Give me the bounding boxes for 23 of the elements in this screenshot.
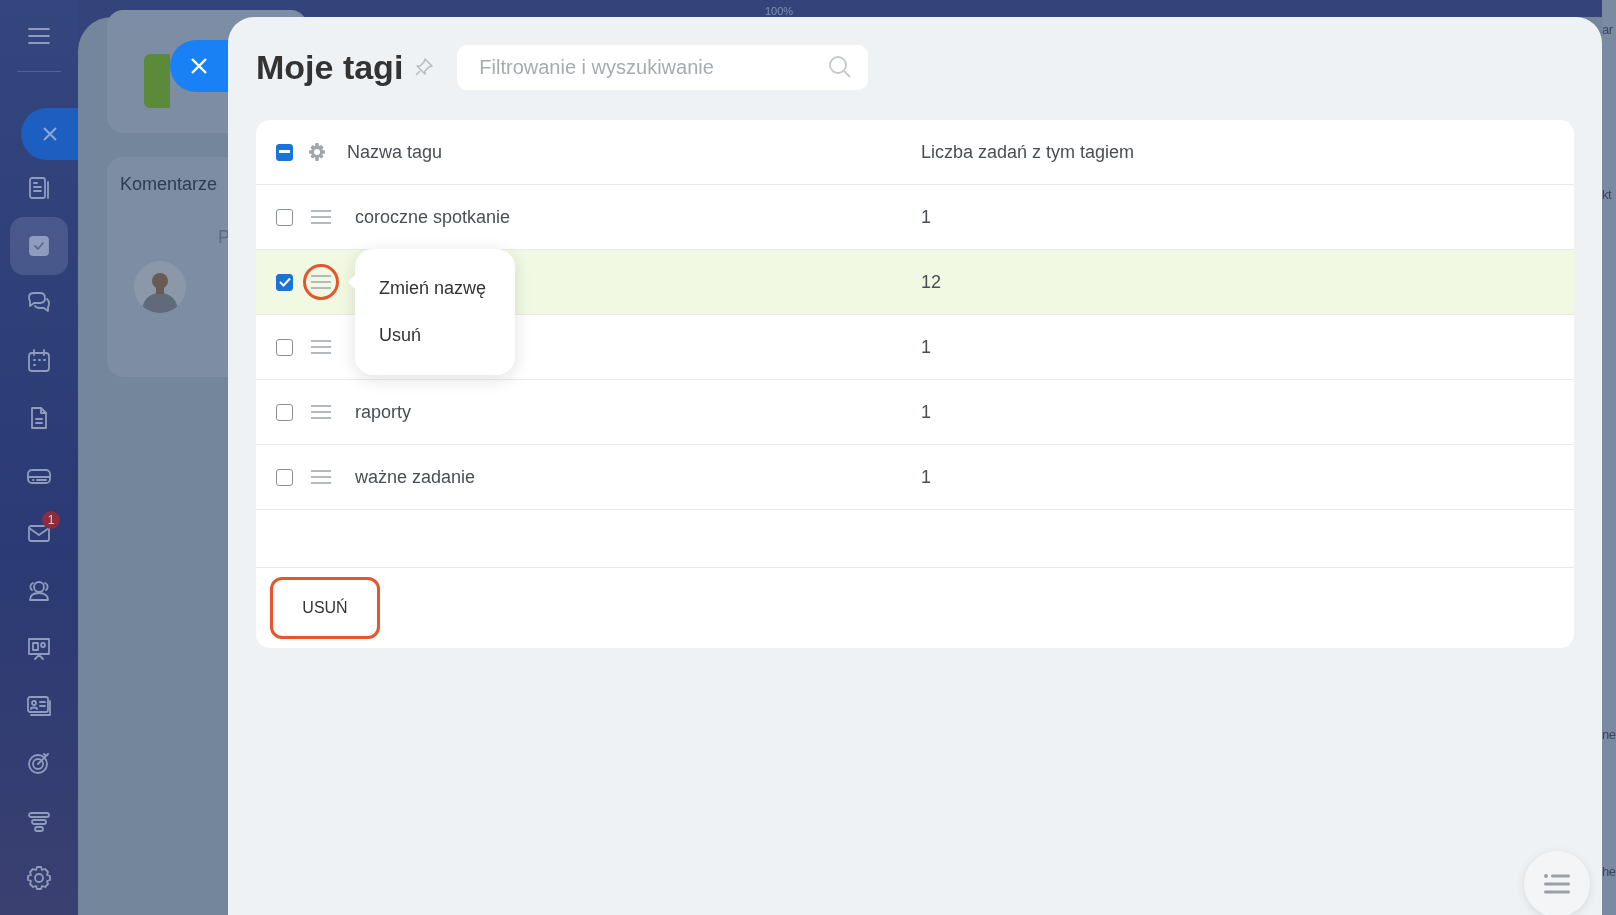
- panel-title: Moje tagi: [256, 47, 404, 88]
- background-text: kt: [1602, 186, 1612, 204]
- task-count: 1: [921, 400, 931, 424]
- background-text: ar: [1602, 21, 1613, 39]
- task-count: 1: [921, 335, 931, 359]
- task-count: 1: [921, 205, 931, 229]
- task-count: 1: [921, 465, 931, 489]
- comments-title: Komentarze: [120, 173, 219, 196]
- column-header: Nazwa tagu: [347, 140, 443, 164]
- task-count: 12: [921, 270, 942, 294]
- column-header: Liczba zadań z tym tagiem: [921, 140, 1135, 164]
- notification-badge: 1: [42, 510, 60, 529]
- background-text: he: [1602, 863, 1616, 881]
- menu-item[interactable]: Usuń: [379, 316, 515, 355]
- sidebar-item[interactable]: 1: [10, 504, 68, 562]
- tag-name: raporty: [355, 400, 412, 424]
- search-field[interactable]: Filtrowanie i wyszukiwanie: [457, 45, 869, 90]
- delete-button[interactable]: USUŃ: [270, 577, 380, 639]
- menu-item[interactable]: Zmień nazwę: [379, 269, 515, 308]
- tag-name: coroczne spotkanie: [355, 205, 511, 229]
- tag-name: ważne zadanie: [355, 465, 476, 489]
- background-text: ne: [1602, 726, 1616, 744]
- zoom-label: 100%: [765, 4, 794, 19]
